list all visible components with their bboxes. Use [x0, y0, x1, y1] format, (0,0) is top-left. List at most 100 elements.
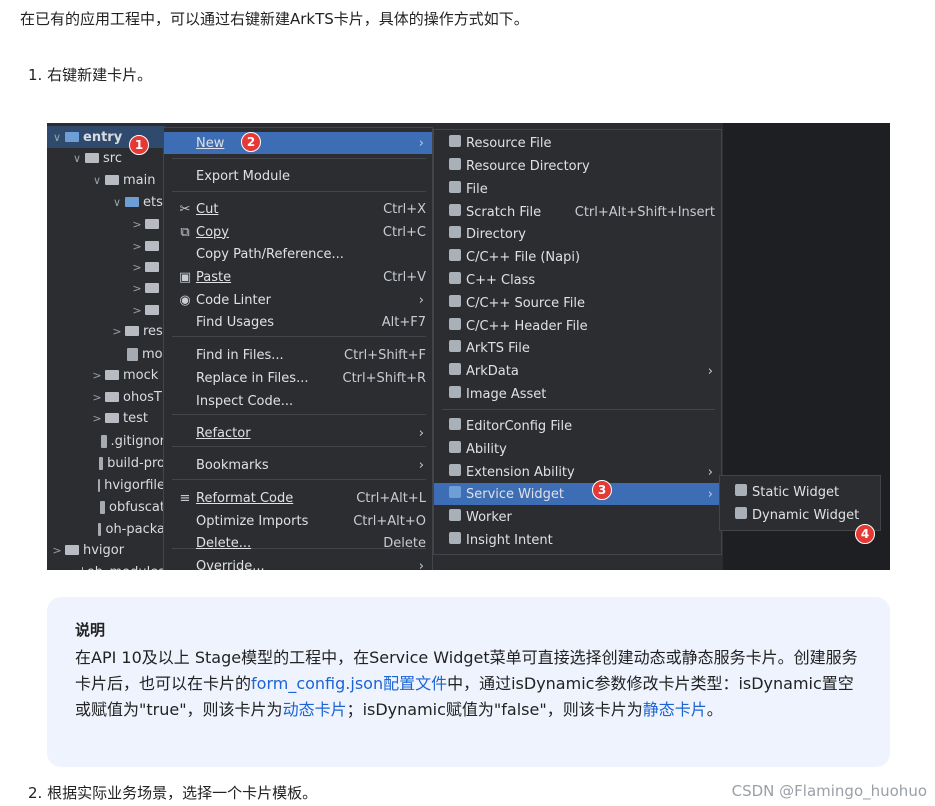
menu-item-service-widget[interactable]: Service Widget › [434, 483, 721, 505]
dynamic-widget-link[interactable]: 动态卡片 [283, 700, 347, 719]
tree-row[interactable]: > [47, 277, 165, 299]
file-type-icon [444, 441, 466, 457]
menu-item-paste[interactable]: ▣ Paste Ctrl+V [164, 266, 432, 288]
tree-row[interactable]: > res [47, 320, 165, 342]
menu-item-reformat-code[interactable]: ≡ Reformat Code Ctrl+Alt+L [164, 487, 432, 509]
tree-row[interactable]: hvigorfile [47, 474, 165, 496]
menu-item-resource-file[interactable]: Resource File [434, 132, 721, 154]
file-type-icon-shape [449, 204, 461, 216]
menu-item-arkts-file[interactable]: ArkTS File [434, 337, 721, 359]
tree-row[interactable]: ∨ ets [47, 191, 165, 213]
tree-item-label: test [123, 410, 148, 426]
menu-item-override[interactable]: Override... › [164, 555, 432, 571]
menu-item-c-c-header-file[interactable]: C/C++ Header File [434, 315, 721, 337]
file-icon [99, 456, 104, 470]
menu-item-extension-ability[interactable]: Extension Ability › [434, 461, 721, 483]
menu-item-directory[interactable]: Directory [434, 223, 721, 245]
menu-item-label: Dynamic Widget [752, 507, 860, 523]
tree-row[interactable]: mo [47, 343, 165, 365]
file-type-icon [444, 486, 466, 502]
file-type-icon [444, 204, 466, 220]
menu-item-arkdata[interactable]: ArkData › [434, 360, 721, 382]
tree-row[interactable]: > test [47, 407, 165, 429]
tree-row[interactable]: > mock [47, 364, 165, 386]
tree-row[interactable]: > hvigor [47, 539, 165, 561]
chevron-icon[interactable]: > [91, 369, 103, 382]
menu-item-worker[interactable]: Worker [434, 506, 721, 528]
chevron-icon[interactable]: ∨ [71, 152, 83, 165]
menu-item-new[interactable]: New › [164, 132, 432, 154]
chevron-icon[interactable]: > [91, 412, 103, 425]
tree-row[interactable]: oh-packa [47, 518, 165, 540]
menu-item-icon: ⧉ [180, 224, 190, 240]
chevron-icon[interactable]: > [131, 218, 143, 231]
chevron-icon[interactable]: ∨ [51, 131, 63, 144]
menu-item-shortcut: Ctrl+Shift+F [344, 347, 426, 363]
chevron-icon[interactable]: > [91, 391, 103, 404]
menu-item-optimize-imports[interactable]: Optimize Imports Ctrl+Alt+O [164, 510, 432, 532]
menu-item-icon: ✂ [179, 201, 191, 217]
menu-item-delete[interactable]: Delete... Delete [164, 532, 432, 554]
menu-item-file[interactable]: File [434, 178, 721, 200]
menu-item-replace-in-files[interactable]: Replace in Files... Ctrl+Shift+R [164, 367, 432, 389]
menu-item-resource-directory[interactable]: Resource Directory [434, 155, 721, 177]
tree-row[interactable]: > [47, 213, 165, 235]
step-badge-3: 3 [592, 480, 612, 500]
tree-row[interactable]: ∨ main [47, 169, 165, 191]
chevron-icon[interactable]: > [131, 282, 143, 295]
file-type-icon-shape [449, 181, 461, 193]
chevron-icon[interactable]: > [131, 240, 143, 253]
file-type-icon [444, 249, 466, 265]
chevron-icon[interactable]: ∨ [91, 174, 103, 187]
menu-item-label: C++ Class [466, 272, 536, 288]
tree-row[interactable]: > oh_modules [47, 561, 165, 570]
chevron-icon[interactable]: > [51, 544, 63, 557]
chevron-icon[interactable]: > [131, 304, 143, 317]
tree-row[interactable]: build-pro [47, 452, 165, 474]
chevron-icon[interactable]: > [71, 566, 80, 571]
menu-item-ability[interactable]: Ability [434, 438, 721, 460]
menu-item-insight-intent[interactable]: Insight Intent [434, 529, 721, 551]
menu-item-label: Directory [466, 226, 526, 242]
menu-item-export-module[interactable]: Export Module [164, 165, 432, 187]
menu-item-static-widget[interactable]: Static Widget [720, 481, 880, 503]
static-widget-link[interactable]: 静态卡片 [643, 700, 707, 719]
file-type-icon-shape [449, 158, 461, 170]
menu-item-inspect-code[interactable]: Inspect Code... [164, 390, 432, 412]
menu-item-image-asset[interactable]: Image Asset [434, 383, 721, 405]
widget-icon [730, 507, 752, 523]
form-config-link[interactable]: form_config.json配置文件 [251, 674, 447, 693]
tree-row[interactable]: > [47, 256, 165, 278]
menu-item-refactor[interactable]: Refactor › [164, 422, 432, 444]
chevron-icon[interactable]: > [131, 261, 143, 274]
tree-row[interactable]: > [47, 299, 165, 321]
menu-item-copy[interactable]: ⧉ Copy Ctrl+C [164, 221, 432, 243]
menu-item-find-in-files[interactable]: Find in Files... Ctrl+Shift+F [164, 344, 432, 366]
step-badge-1: 1 [129, 135, 149, 155]
file-type-icon-shape [449, 464, 461, 476]
menu-item-find-usages[interactable]: Find Usages Alt+F7 [164, 311, 432, 333]
menu-item-editorconfig-file[interactable]: EditorConfig File [434, 415, 721, 437]
menu-item-label: Refactor [196, 425, 251, 441]
file-type-icon [444, 272, 466, 288]
file-type-icon [444, 340, 466, 356]
file-type-icon-shape [449, 135, 461, 147]
menu-item-scratch-file[interactable]: Scratch File Ctrl+Alt+Shift+Insert [434, 201, 721, 223]
menu-item-copy-path-reference[interactable]: Copy Path/Reference... [164, 243, 432, 265]
menu-item-c-c-file-napi[interactable]: C/C++ File (Napi) [434, 246, 721, 268]
menu-separator [172, 191, 426, 192]
menu-item-code-linter[interactable]: ◉ Code Linter › [164, 289, 432, 311]
tree-row[interactable]: obfuscat [47, 496, 165, 518]
file-icon [97, 478, 101, 492]
menu-item-bookmarks[interactable]: Bookmarks › [164, 454, 432, 476]
folder-icon [145, 283, 159, 293]
chevron-icon[interactable]: > [111, 325, 123, 338]
menu-item-c-class[interactable]: C++ Class [434, 269, 721, 291]
tree-row[interactable]: > [47, 235, 165, 257]
tree-row[interactable]: .gitignor [47, 430, 165, 452]
menu-item-cut[interactable]: ✂ Cut Ctrl+X [164, 198, 432, 220]
chevron-icon[interactable]: ∨ [111, 196, 123, 209]
menu-item-c-c-source-file[interactable]: C/C++ Source File [434, 292, 721, 314]
tree-row[interactable]: > ohosT [47, 386, 165, 408]
menu-item-dynamic-widget[interactable]: Dynamic Widget [720, 504, 880, 526]
